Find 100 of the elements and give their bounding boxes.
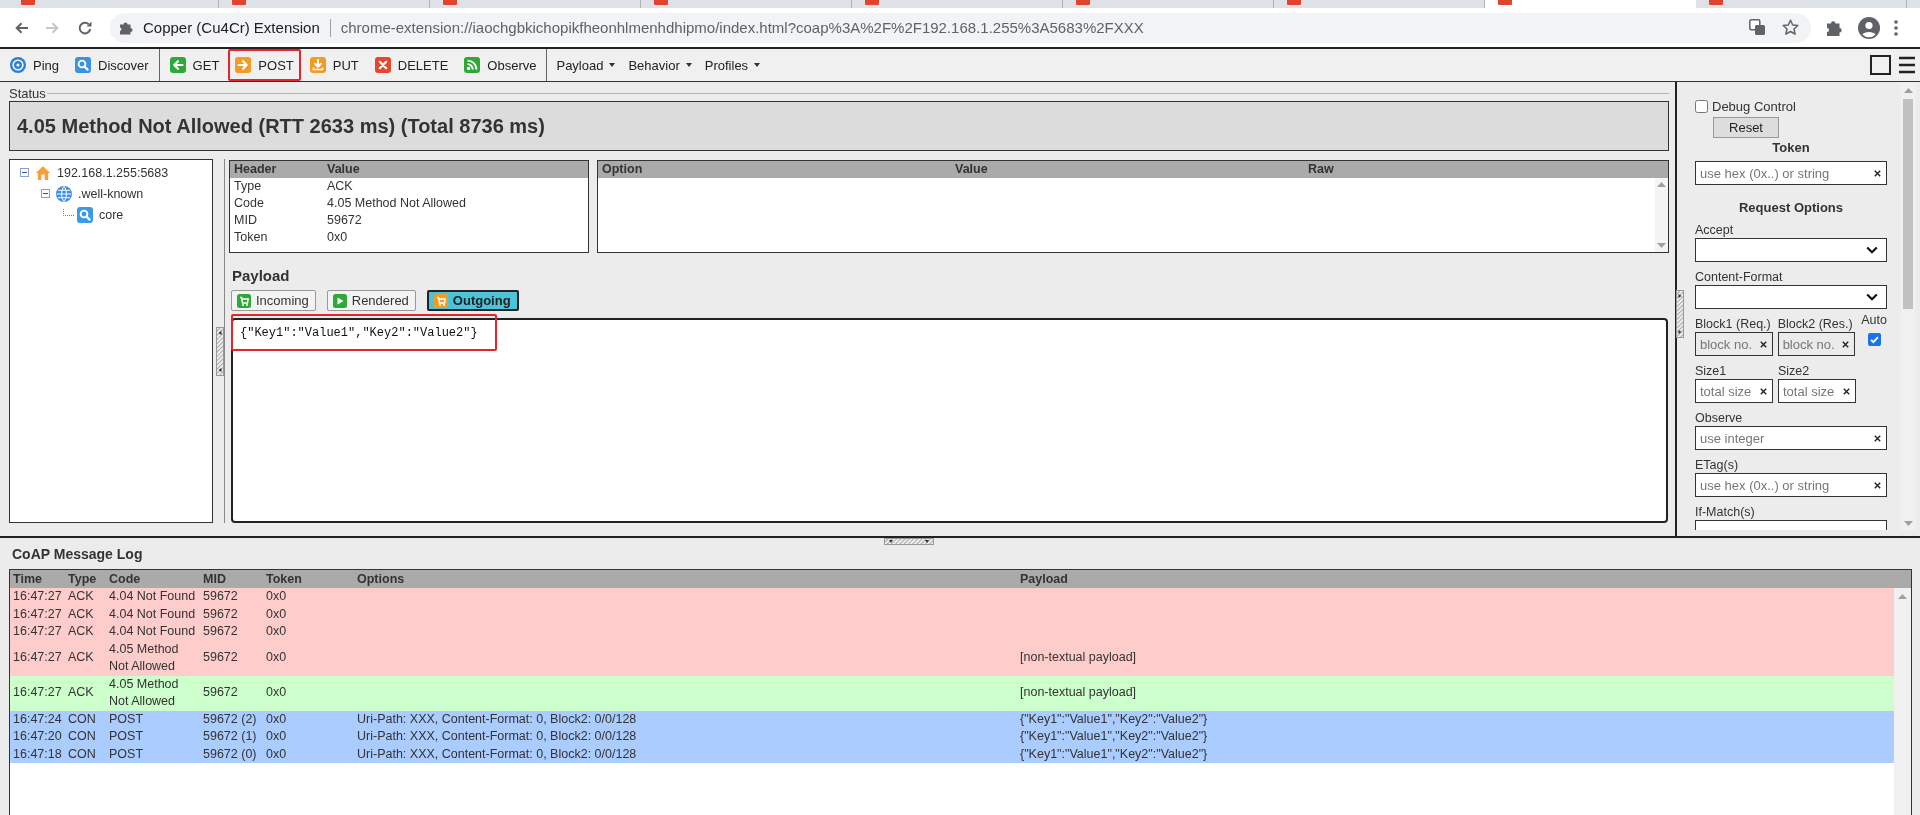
table-cell-text: 59672 [202, 649, 239, 667]
observe-button[interactable]: Observe [457, 49, 544, 81]
scroll-down-icon[interactable] [1903, 521, 1913, 526]
squares-icon[interactable] [1749, 19, 1766, 36]
tree-item[interactable]: .well-known [78, 186, 144, 201]
favicon-icon [1498, 0, 1512, 5]
column-header: Value [954, 161, 989, 178]
scrollbar[interactable] [1655, 178, 1668, 252]
ping-button[interactable]: Ping [3, 49, 67, 81]
browser-tab[interactable] [1485, 0, 1696, 8]
table-cell-text: 16:47:27 [12, 684, 63, 702]
clear-icon[interactable] [1874, 169, 1881, 177]
text-field[interactable]: total size [1778, 379, 1856, 403]
tree-item[interactable]: core [99, 207, 124, 222]
log-row[interactable]: 16:47:27 ACK 4.05 Method Not Allowed 59672 0x0 [non-textual payload] [10, 640, 1894, 676]
favicon-icon [654, 0, 668, 5]
menu-button[interactable]: Behavior [623, 51, 700, 79]
favicon-icon [1709, 0, 1723, 5]
scroll-up-icon[interactable] [1903, 88, 1913, 93]
reset-button[interactable]: Reset [1713, 117, 1779, 138]
table-cell-text: 16:47:27 [12, 649, 63, 667]
table-cell-text: 0x0 [265, 649, 288, 667]
scroll-down-icon[interactable] [1657, 243, 1666, 248]
text-field[interactable]: total size [1695, 379, 1773, 403]
checkbox[interactable] [1867, 333, 1881, 346]
text-field[interactable]: use hex (0x..) or string [1695, 161, 1887, 185]
field-label: ETag(s) [1695, 458, 1739, 472]
tree-item[interactable]: 192.168.1.255:5683 [57, 165, 169, 180]
post-button[interactable]: POST [228, 49, 301, 81]
checkbox[interactable] [1695, 99, 1708, 113]
discover-button[interactable]: Discover [68, 49, 156, 81]
puzzle-icon [119, 20, 133, 35]
star-icon[interactable] [1782, 19, 1799, 36]
menu-button[interactable]: Profiles [699, 51, 769, 79]
table-cell-text: 4.04 Not Found [108, 588, 197, 605]
scrollbar[interactable] [1894, 588, 1911, 815]
payload-tab[interactable]: Outgoing [426, 290, 519, 311]
log-row[interactable]: 16:47:27 ACK 4.05 Method Not Allowed 59672 0x0 [non-textual payload] [10, 675, 1894, 711]
scroll-thumb[interactable] [1903, 99, 1913, 309]
dropdown[interactable] [1695, 238, 1887, 262]
get-button[interactable]: GET [162, 49, 227, 81]
table-cell-text: 16:47:24 [12, 710, 63, 728]
arrow-right-icon [235, 57, 252, 73]
log-row[interactable]: 16:47:27 ACK 4.04 Not Found 59672 0x0 [10, 623, 1894, 641]
table-cell-text: Uri-Path: XXX, Content-Format: 0, Block2: 0/0/128 [356, 710, 638, 728]
log-row[interactable]: 16:47:20 CON POST 59672 (1) 0x0 Uri-Path: XXX, Content-Format: 0, Block2: 0/0/128 {"Key1":"Value1","Key2":"Value2"} [10, 728, 1894, 746]
text-field[interactable]: use integer [1695, 426, 1887, 450]
payload-tab[interactable]: Rendered [326, 290, 416, 311]
splitter-handle[interactable] [884, 538, 934, 545]
cart-icon [237, 293, 251, 308]
field-label: Block1 (Req.) [1695, 317, 1771, 331]
caret-icon [609, 63, 616, 67]
puzzle-icon[interactable] [1826, 18, 1844, 37]
status-legend: Status [8, 86, 47, 101]
table-cell-text: 0x0 [326, 229, 349, 246]
globe-icon [56, 185, 72, 202]
collapse-icon[interactable] [41, 189, 50, 198]
square-icon[interactable] [1870, 55, 1891, 75]
column-header: Raw [1307, 161, 1335, 178]
favicon-icon [232, 0, 246, 5]
scrollbar[interactable] [1900, 82, 1916, 530]
reload-icon[interactable] [77, 19, 93, 36]
menu-button[interactable]: Payload [551, 51, 624, 79]
scroll-up-icon[interactable] [1657, 182, 1666, 187]
menu-icon[interactable] [1899, 56, 1915, 74]
column-header: Payload [1019, 572, 1069, 586]
table-cell-text: POST [108, 745, 145, 763]
section-title: Payload [232, 267, 290, 285]
avatar-icon[interactable] [1858, 16, 1880, 39]
clear-icon[interactable] [1874, 481, 1881, 489]
splitter-handle[interactable] [216, 327, 224, 376]
clear-icon[interactable] [1843, 387, 1850, 395]
clear-icon[interactable] [1842, 340, 1850, 348]
scroll-up-icon[interactable] [1898, 594, 1907, 599]
arrow-left-icon [169, 57, 186, 73]
payload-tab[interactable]: Incoming [231, 290, 316, 311]
field-label: If-Match(s) [1695, 505, 1755, 519]
payload-textarea[interactable]: {"Key1":"Value1","Key2":"Value2"} [231, 318, 1668, 523]
table-cell-text: 59672 (0) [202, 745, 258, 763]
clear-icon[interactable] [1760, 387, 1767, 395]
collapse-icon[interactable] [20, 168, 29, 177]
chevron-down-icon [1866, 246, 1878, 254]
log-row[interactable]: 16:47:27 ACK 4.04 Not Found 59672 0x0 [10, 588, 1894, 606]
table-cell-text: POST [108, 728, 145, 745]
column-header: Value [326, 161, 361, 178]
splitter-handle[interactable] [1676, 290, 1684, 338]
clear-icon[interactable] [1759, 340, 1767, 348]
dropdown[interactable] [1695, 285, 1887, 309]
delete-button[interactable]: DELETE [367, 49, 456, 81]
more-icon[interactable] [1894, 19, 1898, 36]
table-cell-text: ACK [67, 684, 95, 702]
table-cell-text: Type [233, 178, 263, 195]
table-cell-text: 59672 (2) [202, 710, 258, 728]
address-bar[interactable]: Copper (Cu4Cr) Extension chrome-extension://iaochgbkichopikfheonhlmenhdhipmo/index.html?coap%3A%2F%2F192.168.1.255%3A5683%2FXXX [110, 12, 1811, 43]
column-header: Type [67, 572, 98, 586]
put-button[interactable]: PUT [302, 49, 366, 81]
column-header: Token [265, 572, 303, 586]
text-field[interactable]: use hex (0x..) or string [1695, 473, 1887, 497]
clear-icon[interactable] [1874, 434, 1881, 442]
table-cell-text: 0x0 [265, 588, 288, 605]
